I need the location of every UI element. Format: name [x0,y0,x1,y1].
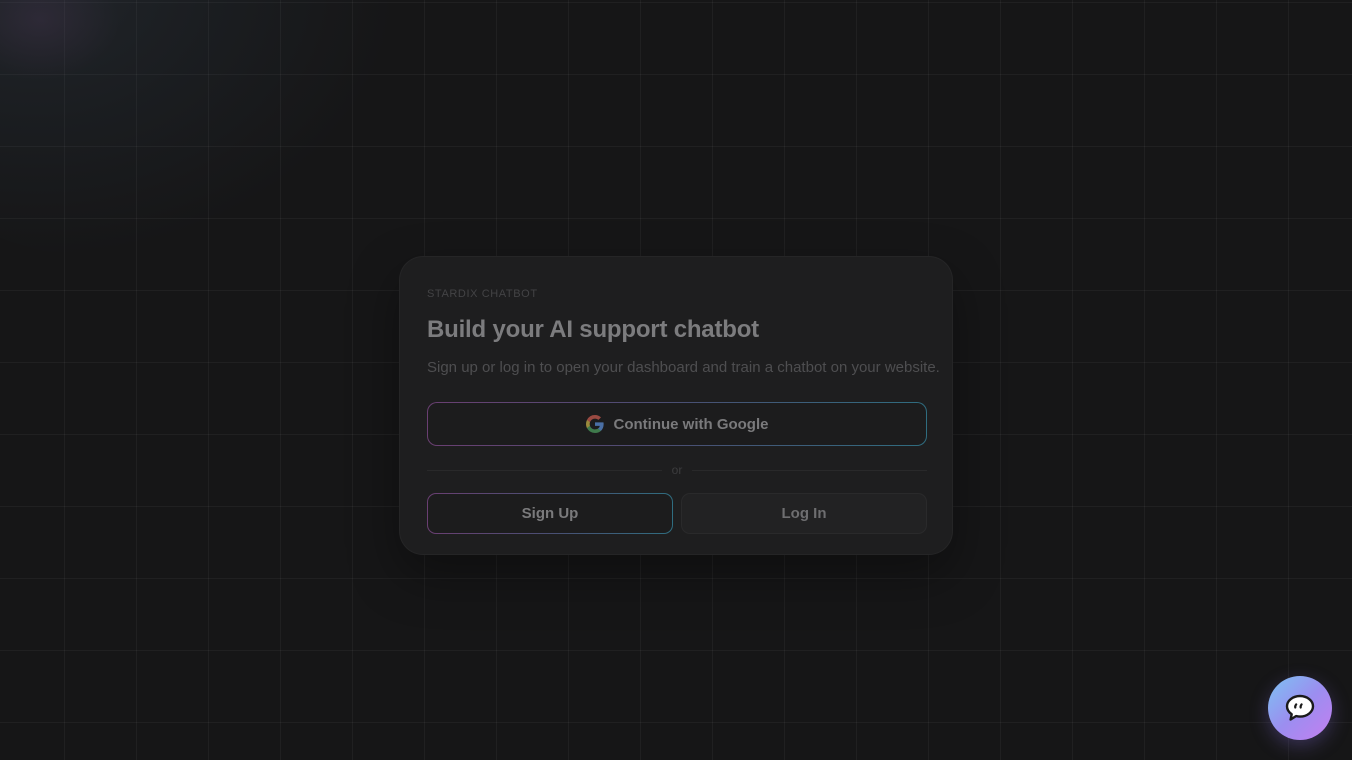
divider-line-left [427,469,662,471]
background-glow-accent [0,0,120,80]
divider-text: or [671,463,683,477]
background-glow [0,0,400,260]
continue-with-google-button[interactable]: Continue with Google [427,402,927,446]
auth-card: STARDIX CHATBOT Build your AI support ch… [399,256,953,555]
log-in-button[interactable]: Log In [681,493,927,534]
chat-bubble-icon [1285,694,1315,721]
chat-launcher-button[interactable] [1268,676,1332,740]
page-title: Build your AI support chatbot [427,316,759,343]
sign-up-button[interactable]: Sign Up [427,493,673,534]
divider-line-right [692,469,928,471]
page-subtitle: Sign up or log in to open your dashboard… [427,359,940,376]
page-background: STARDIX CHATBOT Build your AI support ch… [0,0,1352,760]
google-button-label: Continue with Google [613,415,769,433]
google-icon [585,415,604,433]
auth-button-row: Sign Up Log In [427,493,927,534]
or-divider: or [427,463,928,477]
brand-eyebrow: STARDIX CHATBOT [427,288,538,300]
